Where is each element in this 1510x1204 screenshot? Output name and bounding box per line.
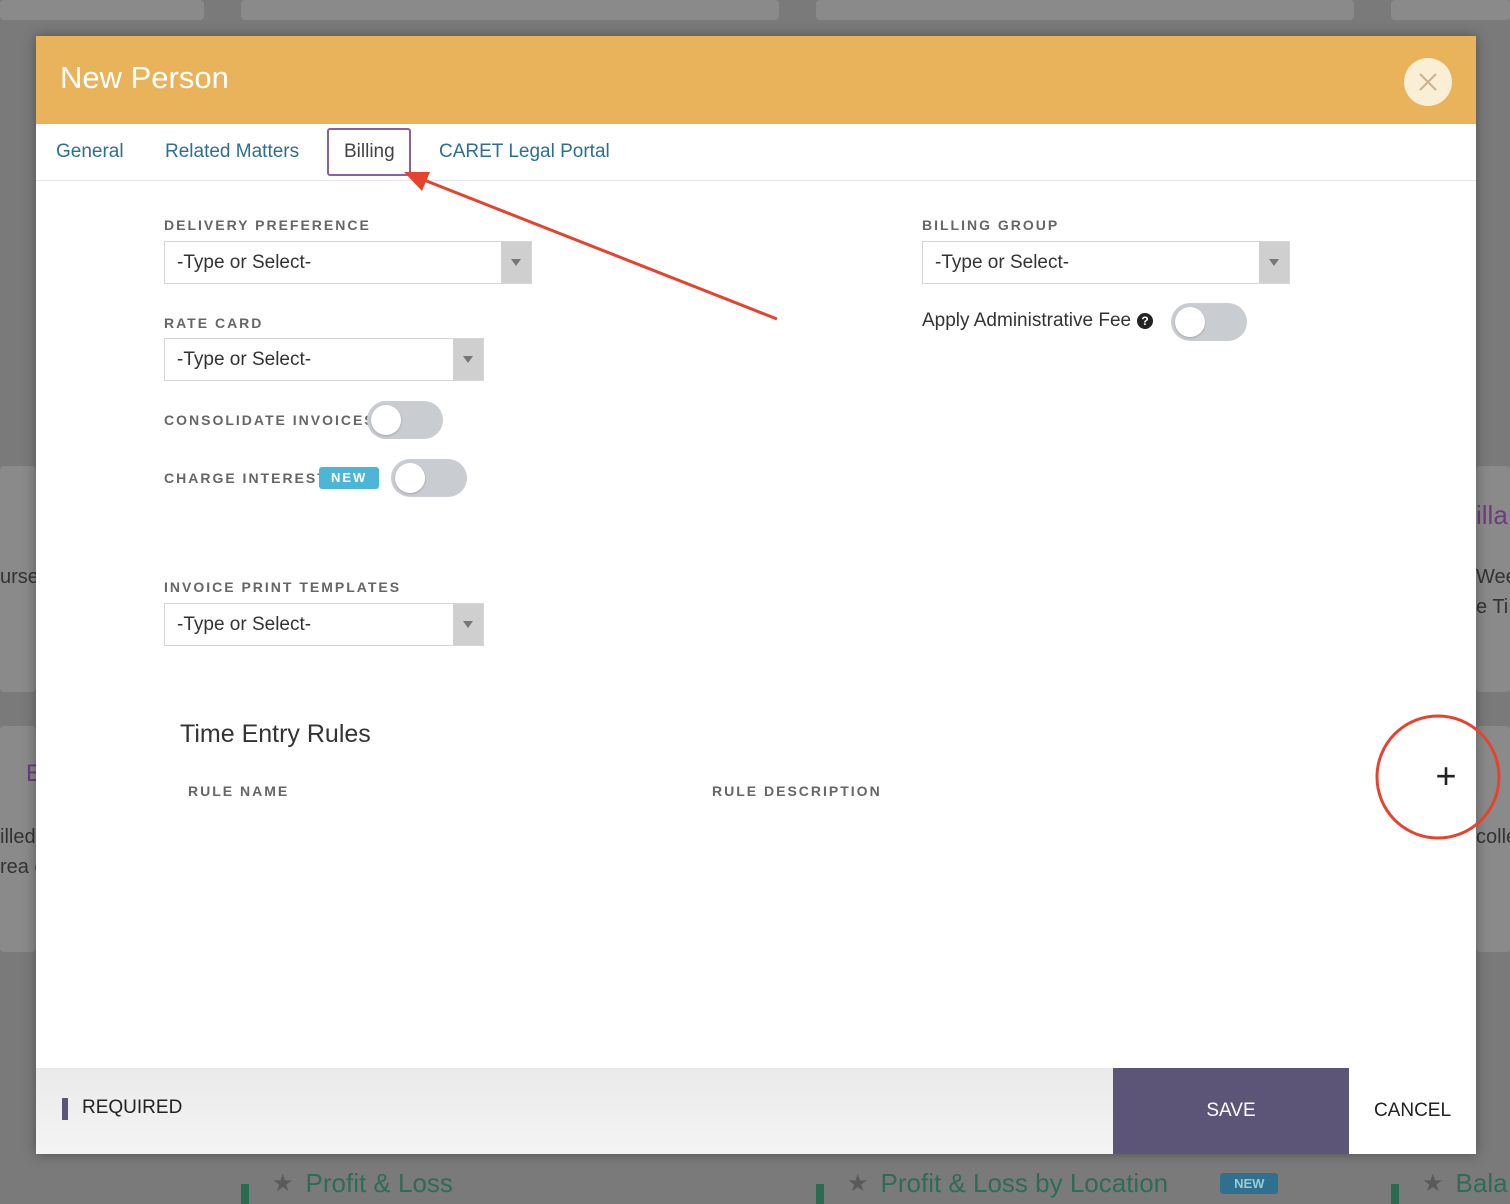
rule-description-column-header: RULE DESCRIPTION <box>712 783 882 799</box>
billing-group-label: BILLING GROUP <box>922 217 1060 233</box>
rate-card-label: RATE CARD <box>164 315 264 331</box>
tab-bar: General Related Matters Billing CARET Le… <box>36 124 1476 181</box>
bg-card <box>1391 0 1510 20</box>
add-rule-button[interactable]: + <box>1426 756 1466 796</box>
bg-snippet: illa <box>1476 500 1508 530</box>
chevron-down-icon <box>1259 242 1289 283</box>
rate-card-select[interactable]: -Type or Select- <box>164 338 484 381</box>
bg-card <box>0 0 204 20</box>
tab-highlight-annotation <box>327 128 411 176</box>
bg-snippet: e Ti <box>1476 596 1509 618</box>
star-icon: ★ <box>272 1170 294 1197</box>
bg-new-badge: NEW <box>1220 1173 1279 1194</box>
bg-snippet: colle <box>1476 826 1510 848</box>
required-indicator <box>62 1098 68 1120</box>
rule-name-column-header: RULE NAME <box>188 783 290 799</box>
bg-card-accent <box>241 1184 249 1204</box>
modal-header: New Person <box>36 36 1476 124</box>
toggle-knob <box>395 463 425 493</box>
delivery-preference-select[interactable]: -Type or Select- <box>164 241 532 284</box>
plus-icon: + <box>1435 755 1457 796</box>
bg-snippet: illed <box>0 826 36 848</box>
charge-interest-toggle[interactable] <box>391 459 467 497</box>
new-person-modal: New Person General Related Matters Billi… <box>36 36 1476 1154</box>
help-icon[interactable]: ? <box>1137 313 1154 329</box>
star-icon: ★ <box>1422 1170 1444 1197</box>
modal-footer: REQUIRED SAVE CANCEL <box>36 1068 1476 1154</box>
invoice-print-templates-select[interactable]: -Type or Select- <box>164 603 484 646</box>
chevron-down-icon <box>501 242 531 283</box>
chevron-down-icon <box>453 604 483 645</box>
billing-group-select[interactable]: -Type or Select- <box>922 241 1290 284</box>
toggle-knob <box>1175 307 1205 337</box>
apply-admin-fee-label: Apply Administrative Fee ? <box>922 310 1154 332</box>
close-button[interactable] <box>1404 58 1452 106</box>
delivery-preference-label: DELIVERY PREFERENCE <box>164 217 371 233</box>
bg-snippet: Wee <box>1476 566 1510 588</box>
required-legend: REQUIRED <box>82 1097 183 1118</box>
consolidate-invoices-label: CONSOLIDATE INVOICES <box>164 412 376 428</box>
tab-related-matters[interactable]: Related Matters <box>165 124 299 180</box>
chevron-down-icon <box>453 339 483 380</box>
modal-title: New Person <box>60 60 229 95</box>
close-icon <box>1419 73 1437 91</box>
save-button[interactable]: SAVE <box>1113 1068 1349 1154</box>
bg-card-title: ★ Profit & Loss <box>272 1168 453 1198</box>
star-icon: ★ <box>847 1170 869 1197</box>
tab-caret-legal-portal[interactable]: CARET Legal Portal <box>439 124 610 180</box>
cancel-button[interactable]: CANCEL <box>1349 1068 1476 1154</box>
tab-general[interactable]: General <box>56 124 124 180</box>
apply-admin-fee-toggle[interactable] <box>1171 303 1247 341</box>
bg-snippet: urse <box>0 566 39 588</box>
consolidate-invoices-toggle[interactable] <box>367 401 443 439</box>
new-badge: NEW <box>319 467 380 489</box>
bg-card-accent <box>1391 1184 1399 1204</box>
bg-card <box>816 0 1354 20</box>
bg-card-accent <box>816 1184 824 1204</box>
invoice-print-templates-label: INVOICE PRINT TEMPLATES <box>164 579 402 595</box>
charge-interest-label: CHARGE INTEREST <box>164 470 328 486</box>
time-entry-rules-title: Time Entry Rules <box>180 720 371 748</box>
bg-card-title: ★ Bala <box>1422 1168 1508 1198</box>
bg-card-title: ★ Profit & Loss by Location NEW <box>847 1168 1279 1199</box>
bg-card <box>241 0 779 20</box>
toggle-knob <box>371 405 401 435</box>
